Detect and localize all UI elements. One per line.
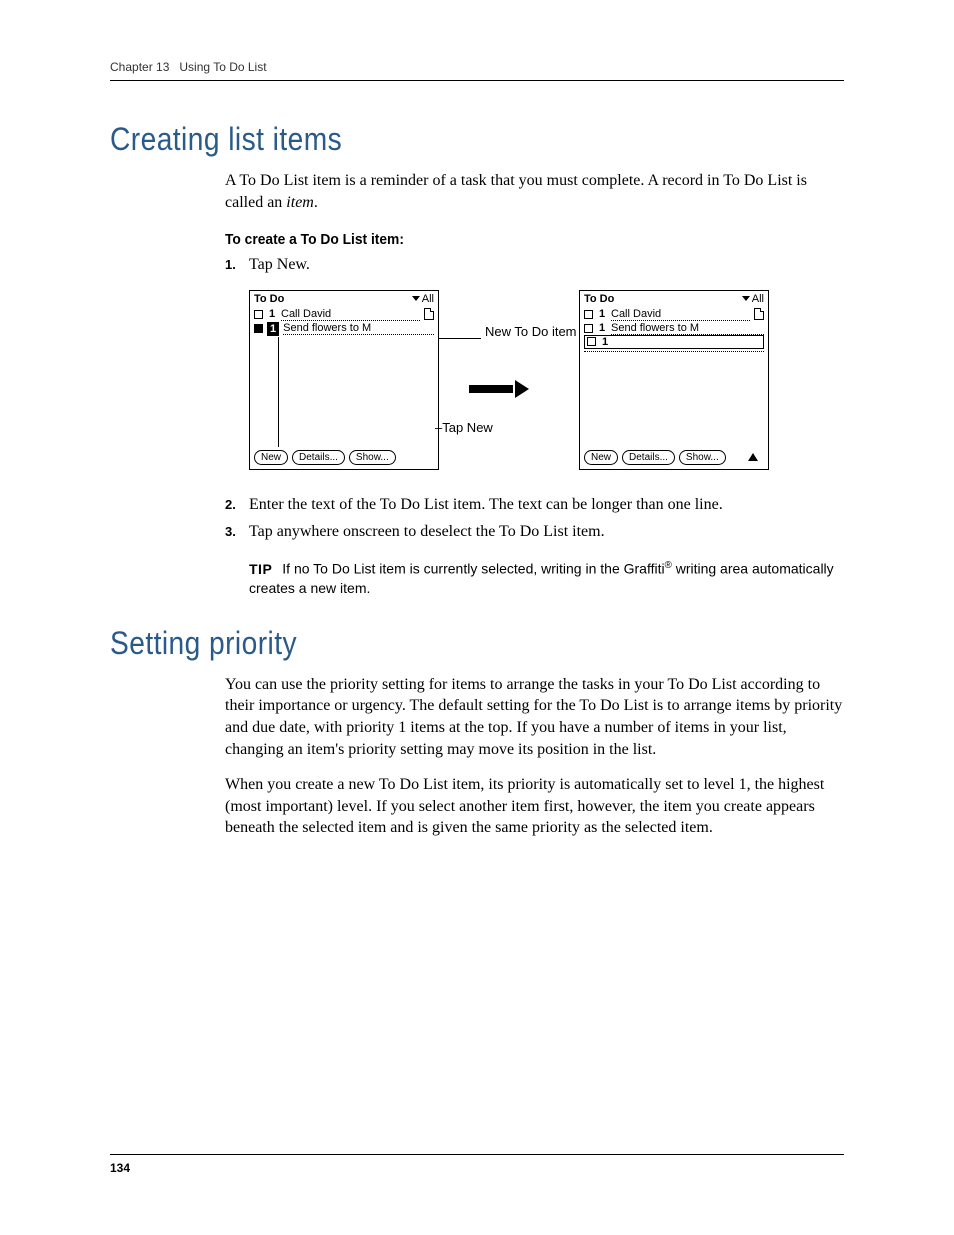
page-footer: 134 (110, 1154, 844, 1175)
step-2: 2. Enter the text of the To Do List item… (225, 494, 844, 516)
new-button: New (254, 450, 288, 465)
category-selector: All (742, 293, 764, 305)
checkbox-icon (584, 310, 593, 319)
priority-p2: When you create a new To Do List item, i… (225, 774, 844, 839)
page-number: 134 (110, 1161, 130, 1175)
todo-row-new: 1 (584, 335, 764, 349)
chevron-down-icon (412, 296, 420, 301)
checkbox-icon (254, 310, 263, 319)
figure: To Do All 1 Call David 1 Send flowers to… (249, 290, 844, 470)
checkbox-icon (254, 324, 263, 333)
details-button: Details... (622, 450, 675, 465)
shift-up-icon (748, 453, 758, 461)
checkbox-icon (584, 324, 593, 333)
callout-tap-new: –Tap New (435, 420, 493, 436)
note-icon (754, 308, 764, 320)
heading-creating-list-items: Creating list items (110, 121, 756, 158)
todo-row: 1 Call David (250, 308, 438, 321)
subheading-create-item: To create a To Do List item: (225, 231, 794, 248)
chapter-title: Using To Do List (179, 60, 266, 74)
todo-row: 1 Call David (580, 308, 768, 321)
show-button: Show... (679, 450, 726, 465)
show-button: Show... (349, 450, 396, 465)
palm-screen-after: To Do All 1 Call David 1 Send flowers to… (579, 290, 769, 470)
figure-callouts: New To Do item –Tap New (439, 290, 579, 470)
note-icon (424, 308, 434, 320)
tip: TIPIf no To Do List item is currently se… (249, 559, 844, 599)
details-button: Details... (292, 450, 345, 465)
palm-screen-before: To Do All 1 Call David 1 Send flowers to… (249, 290, 439, 470)
leader-line (278, 337, 279, 447)
todo-row: 1 Send flowers to M (580, 322, 768, 335)
heading-setting-priority: Setting priority (110, 625, 756, 662)
chapter-label: Chapter 13 (110, 60, 169, 74)
new-button: New (584, 450, 618, 465)
step-3: 3. Tap anywhere onscreen to deselect the… (225, 521, 844, 543)
app-title: To Do (584, 293, 614, 305)
checkbox-icon (587, 337, 596, 346)
intro-paragraph: A To Do List item is a reminder of a tas… (225, 170, 844, 213)
app-title: To Do (254, 293, 284, 305)
priority-p1: You can use the priority setting for ite… (225, 674, 844, 760)
running-header: Chapter 13 Using To Do List (110, 60, 844, 81)
category-selector: All (412, 293, 434, 305)
step-1: 1. Tap New. (225, 254, 844, 276)
chevron-down-icon (742, 296, 750, 301)
todo-row-selected: 1 Send flowers to M (250, 322, 438, 336)
callout-new-item: New To Do item (485, 324, 577, 340)
arrow-right-icon (469, 382, 529, 396)
